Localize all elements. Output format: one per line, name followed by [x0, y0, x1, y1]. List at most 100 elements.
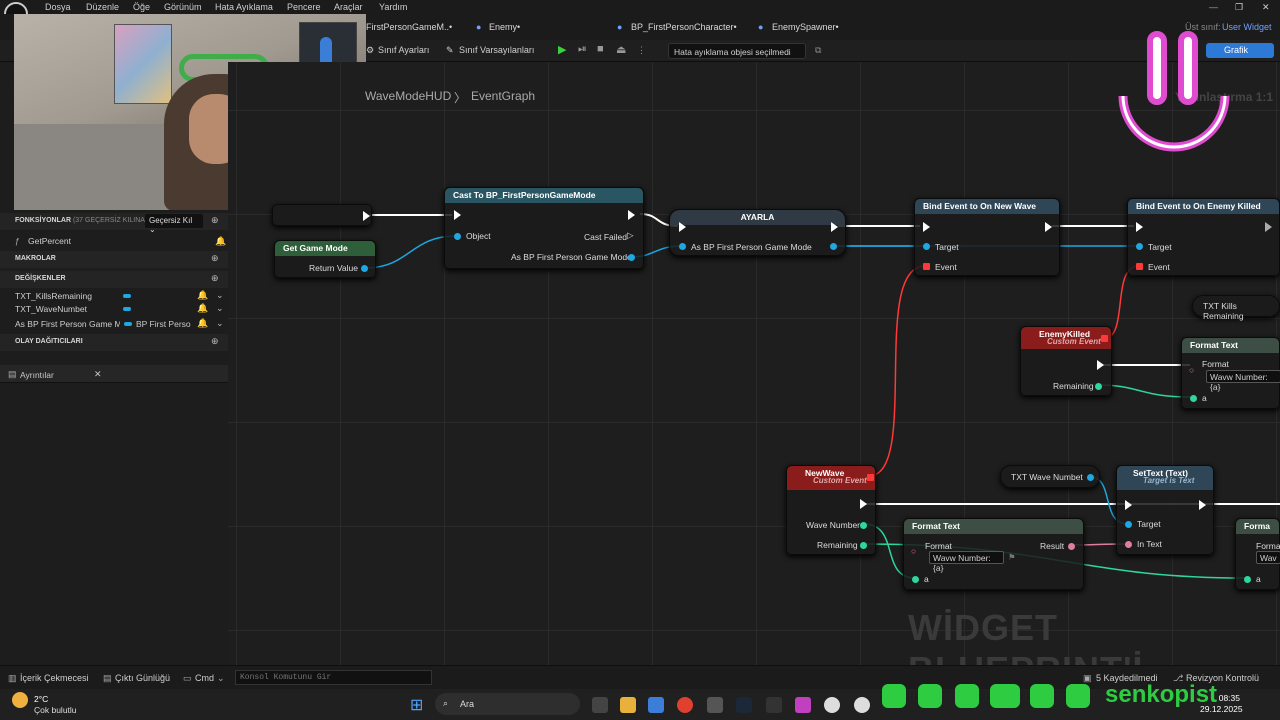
node-title: Get Game Mode: [275, 241, 375, 256]
file-explorer-icon[interactable]: [620, 697, 636, 713]
result-pin[interactable]: [1068, 543, 1075, 550]
exec-in-pin[interactable]: [923, 222, 930, 232]
smiley-logo-overlay: [1118, 31, 1230, 152]
event-label: Event: [935, 262, 957, 272]
bind-enemy-killed-node[interactable]: Bind Event to On Enemy Killed Target Eve…: [1127, 198, 1280, 276]
exec-out-pin[interactable]: [1265, 222, 1272, 232]
remaining-pin[interactable]: [860, 542, 867, 549]
as-gamemode-label: As BP First Person Game Mode: [691, 242, 812, 252]
cmd-dropdown[interactable]: Cmd: [195, 673, 214, 683]
set-text-node[interactable]: SetText (Text) Target is Text Target In …: [1116, 465, 1214, 555]
variable-label: TXT Wave Numbet: [1011, 472, 1083, 482]
clock-time[interactable]: 08:35: [1218, 693, 1240, 703]
exec-out-pin[interactable]: [363, 211, 370, 221]
exec-in-pin[interactable]: [454, 210, 461, 220]
kick-icon: [955, 684, 979, 708]
windows-start-icon[interactable]: ⊞: [410, 695, 423, 715]
chevron-down-icon[interactable]: ⌄: [217, 673, 225, 684]
exec-out-pin[interactable]: [1097, 360, 1104, 370]
remaining-pin[interactable]: [1095, 383, 1102, 390]
cast-node[interactable]: Cast To BP_FirstPersonGameMode Object Ca…: [444, 187, 644, 269]
a-pin[interactable]: [1190, 395, 1197, 402]
format-text-node-partial[interactable]: Forma Forma Wav a: [1235, 518, 1280, 590]
set-node[interactable]: AYARLA As BP First Person Game Mode: [669, 209, 846, 256]
txt-wave-numbet-node[interactable]: TXT Wave Numbet: [1000, 465, 1100, 488]
as-gamemode-in-pin[interactable]: [679, 243, 686, 250]
weather-text[interactable]: Çok bulutlu: [34, 705, 77, 715]
app-icon[interactable]: [795, 697, 811, 713]
steam-icon[interactable]: [736, 697, 752, 713]
node-title: Bind Event to On New Wave: [915, 199, 1059, 214]
epic-games-icon[interactable]: [766, 697, 782, 713]
new-wave-event-node[interactable]: NewWave Custom Event Wave Number Remaini…: [786, 465, 876, 555]
brand-name: senkopist: [1105, 681, 1218, 708]
format-text-node[interactable]: Format Text Format ○ Wavw Number:{a} a: [1181, 337, 1280, 409]
store-icon[interactable]: [648, 697, 664, 713]
variable-pin[interactable]: [1087, 474, 1094, 481]
node-title: Forma: [1236, 519, 1279, 534]
a-pin[interactable]: [912, 576, 919, 583]
object-label: Object: [466, 231, 491, 241]
unreal-engine-icon[interactable]: [824, 697, 840, 713]
taskbar-search[interactable]: ⌕ Ara: [435, 693, 580, 715]
bind-new-wave-node[interactable]: Bind Event to On New Wave Target Event: [914, 198, 1060, 276]
in-text-label: In Text: [1137, 539, 1162, 549]
a-pin[interactable]: [1244, 576, 1251, 583]
node-title: Cast To BP_FirstPersonGameMode: [445, 188, 643, 203]
wave-number-pin[interactable]: [860, 522, 867, 529]
event-node-partial[interactable]: [272, 204, 372, 226]
exec-out-pin[interactable]: [628, 210, 635, 220]
content-drawer-icon: ▥: [8, 673, 17, 683]
format-field[interactable]: Wav: [1256, 551, 1280, 564]
event-pin[interactable]: [923, 263, 930, 270]
event-pin[interactable]: [1136, 263, 1143, 270]
object-pin[interactable]: [454, 233, 461, 240]
output-log-icon: ▤: [103, 673, 112, 683]
txt-kills-remaining-node[interactable]: TXT Kills Remaining: [1192, 295, 1280, 321]
format-field[interactable]: Wavw Number:{a}: [929, 551, 1004, 573]
exec-out-pin[interactable]: [1199, 500, 1206, 510]
format-field[interactable]: Wavw Number:{a}: [1206, 370, 1280, 392]
chrome-icon[interactable]: [677, 697, 693, 713]
output-log-button[interactable]: Çıktı Günlüğü: [115, 673, 170, 683]
target-pin[interactable]: [923, 243, 930, 250]
exec-in-pin[interactable]: [1136, 222, 1143, 232]
delegate-pin[interactable]: [867, 474, 874, 481]
target-pin[interactable]: [1136, 243, 1143, 250]
return-value-pin[interactable]: [361, 265, 368, 272]
flag-icon[interactable]: ⚑: [1008, 552, 1016, 563]
in-text-pin[interactable]: [1125, 541, 1132, 548]
exec-out-pin[interactable]: [860, 499, 867, 509]
search-icon: ⌕: [443, 698, 449, 708]
task-view-icon[interactable]: [592, 697, 608, 713]
exec-out-pin[interactable]: [831, 222, 838, 232]
format-pin[interactable]: ○: [1189, 365, 1194, 375]
save-icon: ▣: [1083, 673, 1092, 683]
as-gamemode-pin[interactable]: [628, 254, 635, 261]
format-pin[interactable]: ○: [911, 546, 916, 556]
notification-bell-icon: [1066, 684, 1090, 708]
console-input[interactable]: [235, 670, 432, 685]
get-game-mode-node[interactable]: Get Game Mode Return Value: [274, 240, 376, 278]
app-icon[interactable]: [707, 697, 723, 713]
exec-in-pin[interactable]: [679, 222, 686, 232]
variable-label: TXT Kills Remaining: [1203, 301, 1244, 321]
format-text-node[interactable]: Format Text ○ Format Wavw Number:{a} ⚑ R…: [903, 518, 1084, 590]
format-label: Format: [925, 541, 952, 551]
like-icon: [1030, 684, 1054, 708]
as-gamemode-out-pin[interactable]: [830, 243, 837, 250]
exec-out-pin[interactable]: [1045, 222, 1052, 232]
event-label: Event: [1148, 262, 1170, 272]
node-title: Format Text: [1182, 338, 1279, 353]
exec-in-pin[interactable]: [1125, 500, 1132, 510]
temperature[interactable]: 2°C: [34, 694, 48, 704]
a-label: a: [924, 574, 929, 584]
format-label: Format: [1202, 359, 1229, 369]
delegate-pin[interactable]: [1101, 335, 1108, 342]
enemy-killed-event-node[interactable]: EnemyKilled Custom Event Remaining: [1020, 326, 1112, 396]
target-pin[interactable]: [1125, 521, 1132, 528]
content-drawer-button[interactable]: İçerik Çekmecesi: [20, 673, 89, 683]
node-title: Bind Event to On Enemy Killed: [1128, 199, 1279, 214]
unreal-engine-icon[interactable]: [854, 697, 870, 713]
cast-failed-pin[interactable]: ▷: [627, 230, 634, 241]
